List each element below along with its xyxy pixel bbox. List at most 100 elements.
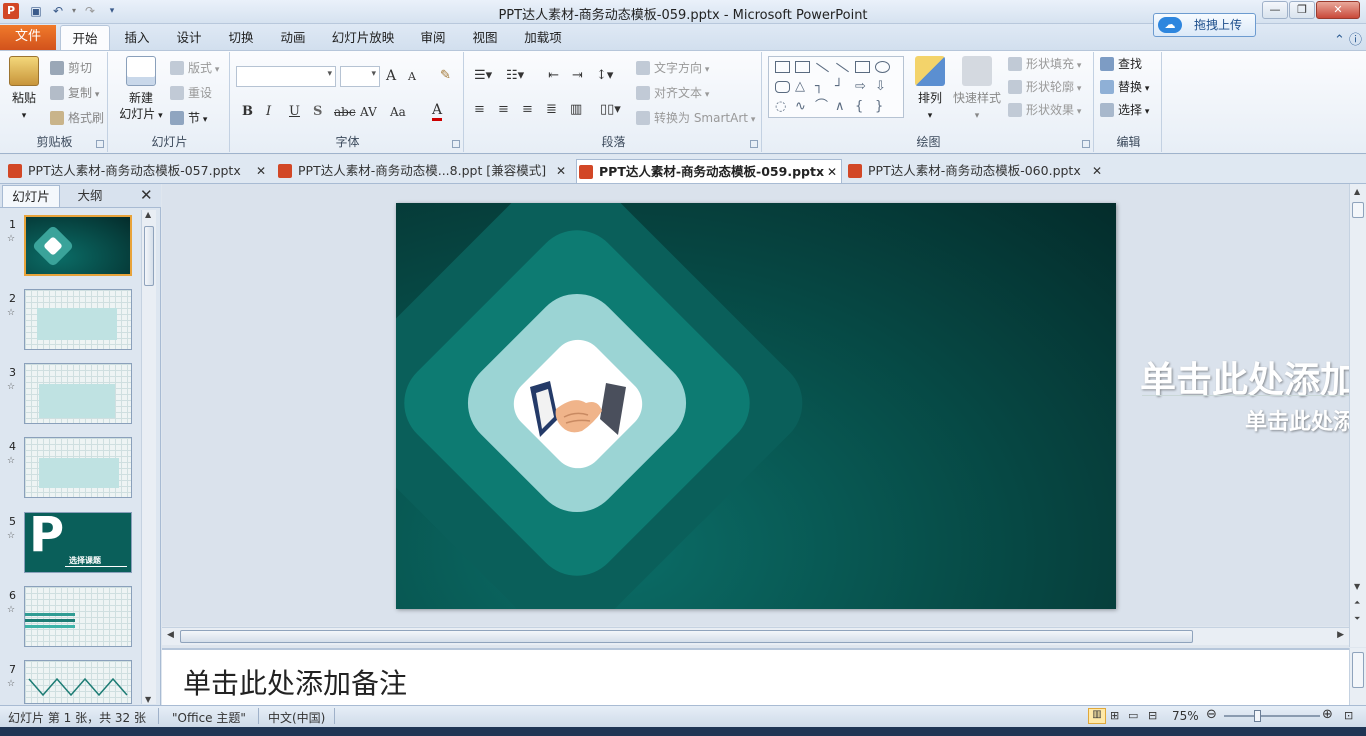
help-icon[interactable]: ⌃ ⓘ	[1334, 29, 1362, 48]
tab-slides[interactable]: 幻灯片	[2, 185, 60, 207]
scroll-down-icon[interactable]: ▼	[1354, 582, 1360, 591]
grow-font-button[interactable]: A	[386, 68, 396, 84]
tab-insert[interactable]: 插入	[118, 25, 156, 50]
rectangle-shape-icon[interactable]	[855, 61, 870, 73]
oval-shape-icon[interactable]	[875, 61, 890, 73]
clipboard-launcher-icon[interactable]	[96, 140, 104, 148]
distribute-icon[interactable]: ▥	[570, 102, 582, 117]
down-arrow-shape-icon[interactable]: ⇩	[875, 80, 890, 93]
zoom-in-icon[interactable]: ⊕	[1322, 707, 1333, 722]
slides-pane-scrollbar[interactable]: ▲ ▼	[141, 210, 156, 704]
close-button[interactable]: ✕	[1316, 1, 1360, 19]
scroll-left-icon[interactable]: ◀	[167, 630, 174, 640]
previous-slide-icon[interactable]: ⏶	[1354, 598, 1360, 608]
char-spacing-button[interactable]: AV	[360, 105, 377, 119]
align-left-icon[interactable]: ≡	[474, 102, 485, 117]
slide-thumbnail-2[interactable]	[24, 289, 132, 350]
strikethrough-button[interactable]: abc	[334, 105, 356, 119]
slide-canvas[interactable]	[396, 203, 1116, 609]
doc-tab-060[interactable]: PPT达人素材-商务动态模板-060.pptx ✕	[846, 159, 1106, 183]
smartart-button[interactable]: 转换为 SmartArt ▾	[636, 110, 755, 128]
next-slide-icon[interactable]: ⏷	[1354, 614, 1360, 624]
shrink-font-button[interactable]: A	[408, 70, 416, 83]
align-right-icon[interactable]: ≡	[522, 102, 533, 117]
underline-button[interactable]: U	[289, 104, 300, 119]
align-text-button[interactable]: 对齐文本 ▾	[636, 85, 709, 103]
text-direction-button[interactable]: 文字方向 ▾	[636, 60, 709, 78]
elbow-connector-icon[interactable]: ┐	[815, 80, 830, 93]
vertical-textbox-shape-icon[interactable]	[795, 61, 810, 73]
font-size-combobox[interactable]: ▾	[340, 66, 380, 87]
close-tab-icon[interactable]: ✕	[827, 160, 837, 184]
line-spacing-icon[interactable]: ↕▾	[596, 68, 613, 83]
notes-scrollbar[interactable]	[1349, 648, 1366, 705]
reset-button[interactable]: 重设	[170, 85, 212, 101]
drawing-launcher-icon[interactable]	[1082, 140, 1090, 148]
justify-icon[interactable]: ≣	[546, 102, 557, 117]
scroll-right-icon[interactable]: ▶	[1337, 630, 1344, 640]
reading-view-icon[interactable]: ▭	[1128, 709, 1138, 722]
zoom-slider-thumb[interactable]	[1254, 710, 1261, 722]
maximize-button[interactable]: ❐	[1289, 1, 1315, 19]
tab-home[interactable]: 开始	[60, 25, 110, 50]
shape-effects-button[interactable]: 形状效果 ▾	[1008, 102, 1081, 120]
scroll-thumb[interactable]	[1352, 202, 1364, 218]
zoom-out-icon[interactable]: ⊖	[1206, 707, 1217, 722]
slideshow-view-icon[interactable]: ⊟	[1148, 709, 1157, 722]
slide-vertical-scrollbar[interactable]: ▲ ▼ ⏶ ⏷	[1349, 184, 1366, 647]
font-launcher-icon[interactable]	[452, 140, 460, 148]
font-color-button[interactable]: A	[432, 102, 443, 121]
scroll-up-icon[interactable]: ▲	[145, 210, 151, 219]
fit-to-window-icon[interactable]: ⊡	[1344, 709, 1353, 722]
cut-button[interactable]: 剪切	[50, 60, 92, 76]
freeform-shape-icon[interactable]: ◌	[775, 100, 790, 113]
shape-outline-button[interactable]: 形状轮廓 ▾	[1008, 79, 1081, 97]
shadow-button[interactable]: S	[313, 104, 322, 119]
zoom-level[interactable]: 75%	[1172, 709, 1199, 723]
theme-status[interactable]: "Office 主题"	[172, 709, 246, 726]
left-brace-shape-icon[interactable]: {	[855, 100, 870, 113]
replace-button[interactable]: 替换 ▾	[1100, 79, 1149, 97]
tab-outline[interactable]: 大纲	[62, 185, 118, 207]
close-pane-icon[interactable]: ✕	[140, 186, 153, 204]
tab-design[interactable]: 设计	[170, 25, 208, 50]
language-status[interactable]: 中文(中国)	[268, 709, 325, 726]
line-shape-icon[interactable]	[816, 62, 829, 73]
close-tab-icon[interactable]: ✕	[556, 159, 566, 183]
tab-transitions[interactable]: 切换	[222, 25, 260, 50]
scroll-thumb[interactable]	[1352, 652, 1364, 688]
right-brace-shape-icon[interactable]: }	[875, 100, 890, 113]
slide-thumbnail-4[interactable]	[24, 437, 132, 498]
copy-button[interactable]: 复制 ▾	[50, 85, 99, 103]
wave-shape-icon[interactable]: ∧	[835, 100, 850, 113]
change-case-button[interactable]: Aa	[390, 105, 406, 119]
scroll-up-icon[interactable]: ▲	[1354, 187, 1360, 196]
italic-button[interactable]: I	[266, 104, 271, 119]
columns-icon[interactable]: ▯▯▾	[600, 102, 621, 117]
scroll-thumb[interactable]	[144, 226, 154, 286]
zoom-slider[interactable]	[1224, 715, 1320, 717]
numbering-icon[interactable]: ☷▾	[506, 68, 524, 83]
normal-view-icon[interactable]: ▥	[1088, 708, 1106, 724]
right-arrow-shape-icon[interactable]: ⇨	[855, 80, 870, 93]
doc-tab-059[interactable]: PPT达人素材-商务动态模板-059.pptx ✕	[576, 159, 842, 183]
close-tab-icon[interactable]: ✕	[256, 159, 266, 183]
select-button[interactable]: 选择 ▾	[1100, 102, 1149, 120]
align-center-icon[interactable]: ≡	[498, 102, 509, 117]
curve-shape-icon[interactable]: ∿	[795, 100, 810, 113]
paste-button[interactable]: 粘贴 ▾	[6, 56, 42, 124]
slide-sorter-icon[interactable]: ⊞	[1110, 709, 1119, 722]
tab-slideshow[interactable]: 幻灯片放映	[326, 25, 400, 50]
shapes-gallery[interactable]: △ ┐ ┘ ⇨ ⇩ ◌ ∿ ⌒ ∧ { }	[768, 56, 904, 118]
slide-thumbnail-6[interactable]	[24, 586, 132, 647]
slide-thumbnail-1[interactable]	[24, 215, 132, 276]
bold-button[interactable]: B	[242, 104, 253, 119]
arc-shape-icon[interactable]: ⌒	[815, 100, 830, 113]
slide-thumbnail-3[interactable]	[24, 363, 132, 424]
doc-tab-057[interactable]: PPT达人素材-商务动态模板-057.pptx ✕	[6, 159, 270, 183]
clear-format-icon[interactable]: ✎	[440, 68, 451, 83]
slide-thumbnail-7[interactable]	[24, 660, 132, 704]
minimize-button[interactable]: —	[1262, 1, 1288, 19]
rounded-rect-shape-icon[interactable]	[775, 81, 790, 93]
tab-addins[interactable]: 加载项	[518, 25, 568, 50]
